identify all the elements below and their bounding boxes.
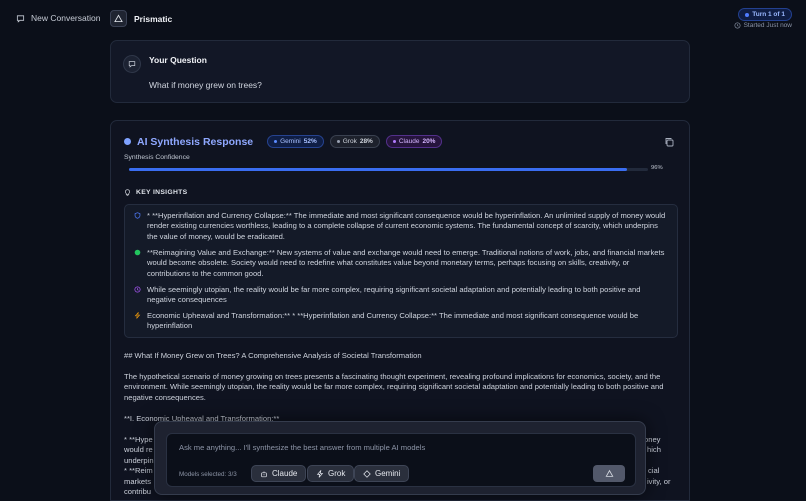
circle-dot-icon <box>134 249 141 256</box>
insight-text: Economic Upheaval and Transformation:** … <box>147 311 639 331</box>
key-insights-panel: * **Hyperinflation and Currency Collapse… <box>124 204 678 338</box>
insight-item: * **Hyperinflation and Currency Collapse… <box>134 211 670 242</box>
question-card: Your Question What if money grew on tree… <box>110 40 690 103</box>
started-timestamp: Started Just now <box>734 22 792 29</box>
prism-logo-icon <box>110 10 127 27</box>
app-name: Prismatic <box>134 13 173 24</box>
partial-text: underpin <box>124 456 154 465</box>
new-conversation-label: New Conversation <box>31 13 101 23</box>
synthesis-header: AI Synthesis Response Gemini 52% Grok 28… <box>124 135 443 148</box>
key-insights-header: KEY INSIGHTS <box>124 189 187 196</box>
model-name: Grok <box>342 138 357 145</box>
model-toggle-label: Claude <box>272 469 298 478</box>
partial-text: ivity, or <box>647 477 671 486</box>
send-button[interactable] <box>593 465 625 482</box>
top-bar: New Conversation Prismatic Turn 1 of 1 S… <box>0 0 806 38</box>
partial-text: hich <box>647 445 661 454</box>
insight-text: **Reimagining Value and Exchange:** New … <box>147 248 665 278</box>
model-toggle-label: Gemini <box>375 469 401 478</box>
model-name: Claude <box>398 138 420 145</box>
started-label: Started Just now <box>743 22 792 29</box>
turn-label: Turn 1 of 1 <box>752 11 785 18</box>
model-toggle-label: Grok <box>328 469 346 478</box>
chat-bubble-icon <box>16 14 25 23</box>
response-paragraph: The hypothetical scenario of money growi… <box>124 372 664 402</box>
composer: Models selected: 3/3 Claude Grok Gemini <box>154 421 646 495</box>
insight-item: **Reimagining Value and Exchange:** New … <box>134 248 670 279</box>
confidence-bar <box>129 168 648 171</box>
confidence-value: 96% <box>651 165 663 171</box>
partial-text: cial <box>648 466 660 475</box>
copy-icon[interactable] <box>664 137 674 147</box>
model-weight-badge-grok: Grok 28% <box>329 135 380 148</box>
model-toggle-grok[interactable]: Grok <box>307 465 355 482</box>
turn-dot-icon <box>745 12 750 17</box>
model-toggle-claude[interactable]: Claude <box>251 465 307 482</box>
lightbulb-icon <box>125 189 130 196</box>
model-weight-badge-gemini: Gemini 52% <box>267 135 324 148</box>
key-insights-title: KEY INSIGHTS <box>136 189 188 196</box>
send-triangle-icon <box>605 469 613 477</box>
model-percent: 52% <box>303 138 317 145</box>
confidence-bar-fill <box>129 168 628 171</box>
message-icon <box>123 55 141 73</box>
model-name: Gemini <box>280 138 301 145</box>
claude-dot-icon <box>392 140 396 143</box>
insight-item: Economic Upheaval and Transformation:** … <box>134 311 670 332</box>
question-title: Your Question <box>149 55 207 65</box>
status-dot-icon <box>124 138 131 145</box>
grok-dot-icon <box>336 140 340 143</box>
partial-text: would re <box>124 445 153 454</box>
partial-text: oney <box>644 435 661 444</box>
model-weight-badge-claude: Claude 20% <box>385 135 443 148</box>
partial-text: * **Hype <box>124 435 153 444</box>
question-text: What if money grew on trees? <box>149 80 262 90</box>
brand: Prismatic <box>110 10 172 27</box>
partial-text: contribu <box>124 487 152 496</box>
models-selected-label: Models selected: 3/3 <box>179 471 237 478</box>
model-toggle-gemini[interactable]: Gemini <box>354 465 410 482</box>
gemini-dot-icon <box>274 140 278 143</box>
shield-icon <box>134 212 141 219</box>
composer-box: Models selected: 3/3 Claude Grok Gemini <box>166 433 636 487</box>
insight-text: * **Hyperinflation and Currency Collapse… <box>147 211 666 241</box>
prompt-input[interactable] <box>179 441 619 453</box>
model-percent: 28% <box>359 138 373 145</box>
partial-text: markets <box>124 477 152 486</box>
robot-icon <box>261 470 267 477</box>
diamond-icon <box>363 469 371 478</box>
lightning-icon <box>316 469 324 478</box>
insight-item: While seemingly utopian, the reality wou… <box>134 285 670 306</box>
partial-text: * **Reim <box>124 466 153 475</box>
turn-badge: Turn 1 of 1 <box>738 8 792 21</box>
clock-icon <box>734 22 741 29</box>
response-heading: ## What If Money Grew on Trees? A Compre… <box>124 351 422 360</box>
confidence-label: Synthesis Confidence <box>124 154 190 161</box>
model-percent: 20% <box>422 138 436 145</box>
insight-text: While seemingly utopian, the reality wou… <box>147 285 641 305</box>
clock-icon <box>134 286 141 293</box>
synthesis-title: AI Synthesis Response <box>137 135 254 148</box>
lightning-icon <box>134 312 141 319</box>
new-conversation-button[interactable]: New Conversation <box>16 13 100 23</box>
